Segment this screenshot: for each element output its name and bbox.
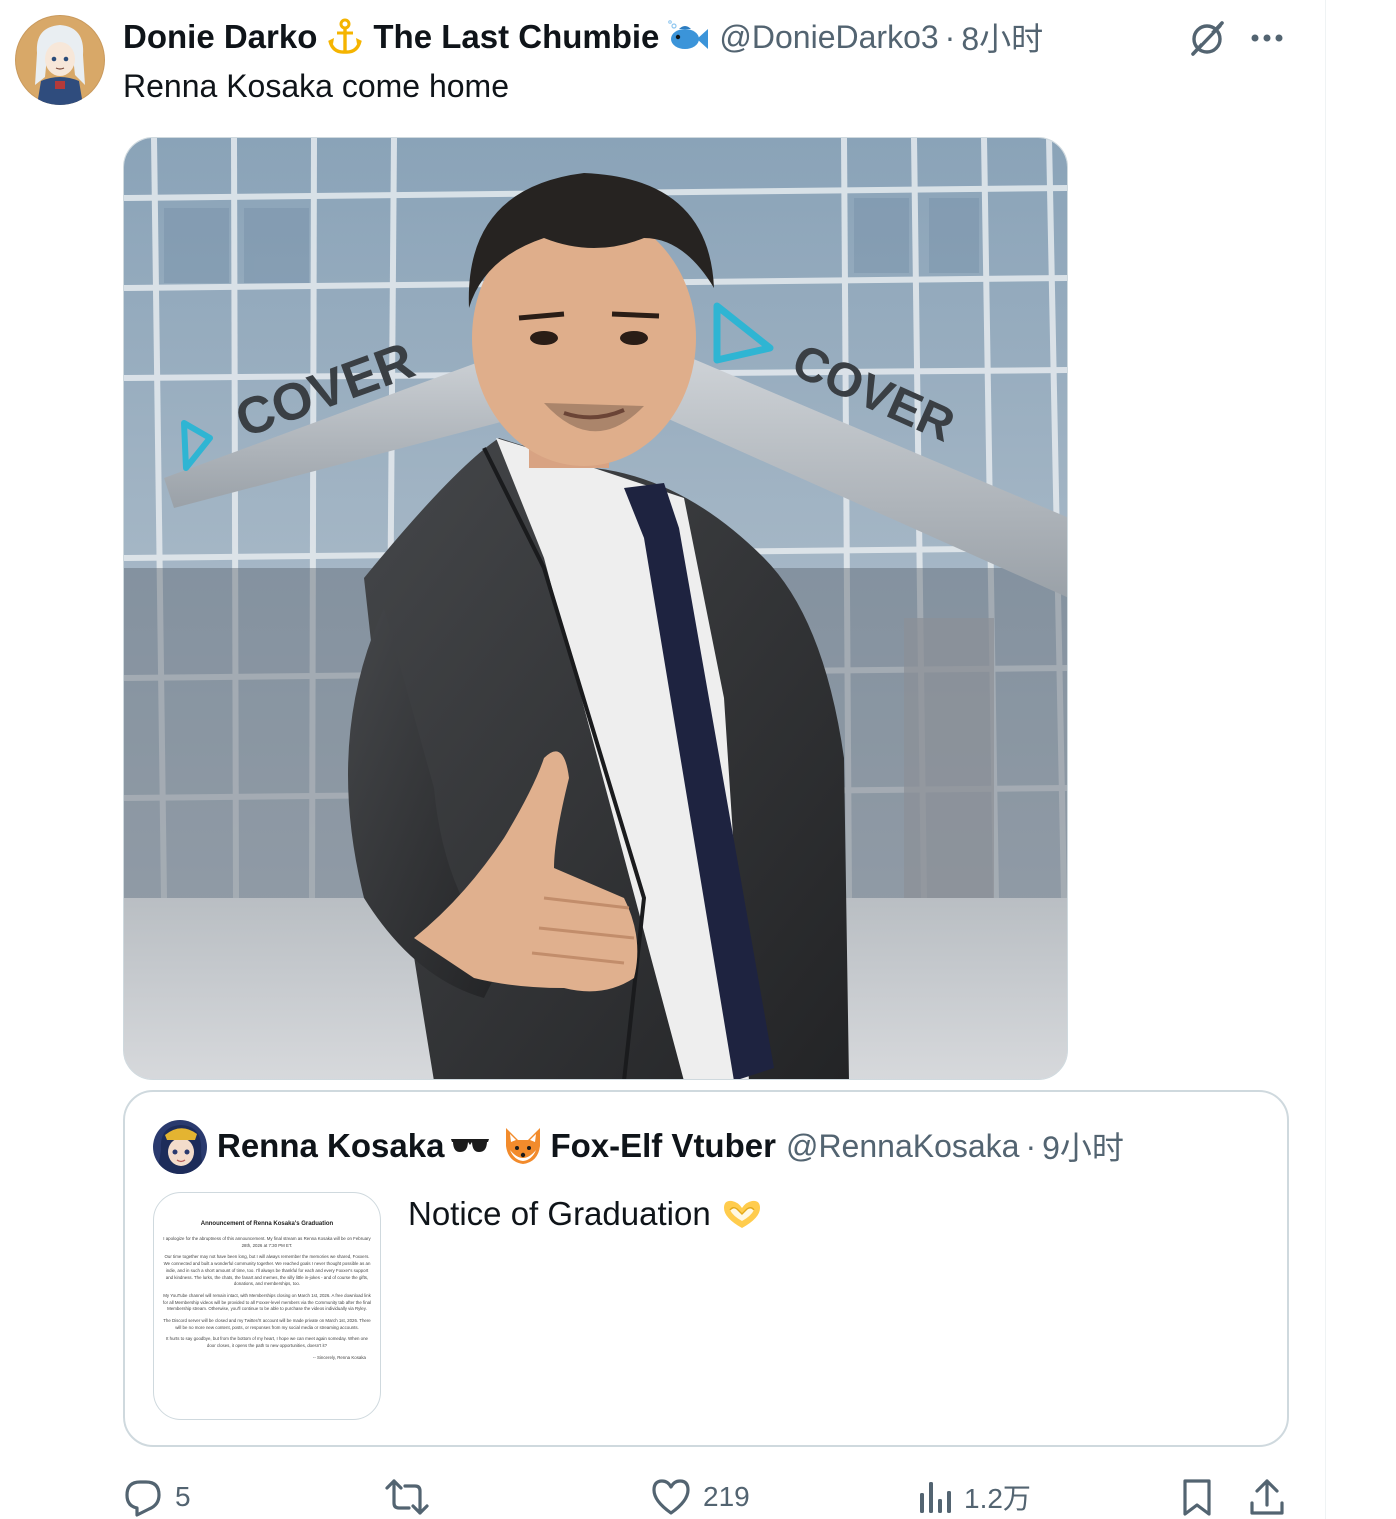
- share-button[interactable]: [1248, 1472, 1286, 1519]
- anchor-emoji-icon: [325, 17, 365, 57]
- share-icon: [1250, 1479, 1284, 1515]
- document-paragraph: The Discord server will be closed and my…: [163, 1318, 371, 1330]
- quote-author-avatar[interactable]: [153, 1120, 207, 1174]
- quote-header: Renna Kosaka Fox-Elf Vtuber @RennaKosaka…: [217, 1124, 1124, 1168]
- quote-document-thumbnail[interactable]: Announcement of Renna Kosaka's Graduatio…: [153, 1192, 381, 1420]
- tweet-media-image[interactable]: COVER COVER: [123, 137, 1068, 1080]
- reply-icon: [125, 1480, 161, 1517]
- document-paragraph: I apologize for the abruptness of this a…: [163, 1236, 371, 1248]
- reply-button[interactable]: 5: [123, 1472, 191, 1519]
- author-display-name[interactable]: Donie Darko: [123, 18, 317, 56]
- views-button[interactable]: 1.2万: [918, 1472, 1031, 1519]
- document-title: Announcement of Renna Kosaka's Graduatio…: [200, 1221, 334, 1227]
- quote-author-display-name[interactable]: Renna Kosaka: [217, 1127, 444, 1165]
- tweet-text: Renna Kosaka come home: [123, 68, 509, 104]
- quoted-tweet[interactable]: Renna Kosaka Fox-Elf Vtuber @RennaKosaka…: [123, 1090, 1289, 1447]
- author-avatar[interactable]: [15, 15, 105, 105]
- fish-emoji-icon: [667, 20, 709, 54]
- more-button[interactable]: [1243, 14, 1291, 62]
- views-count: 1.2万: [964, 1483, 1031, 1514]
- separator-dot: ·: [1025, 1127, 1037, 1164]
- quote-author-display-name-suffix[interactable]: Fox-Elf Vtuber: [550, 1127, 776, 1165]
- tweet-header: Donie Darko The Last Chumbie @DonieDarko…: [123, 14, 1043, 60]
- quote-author-handle[interactable]: @RennaKosaka: [786, 1128, 1020, 1165]
- author-display-name-suffix[interactable]: The Last Chumbie: [373, 18, 659, 56]
- like-count: 219: [703, 1481, 750, 1512]
- quote-text-row: Notice of Graduation: [408, 1192, 763, 1236]
- sunglasses-emoji-icon: [450, 1135, 490, 1157]
- tweet-timestamp[interactable]: 8小时: [961, 14, 1043, 60]
- like-button[interactable]: 219: [651, 1472, 750, 1519]
- document-paragraph: Our time together may not have been long…: [163, 1254, 371, 1287]
- author-handle[interactable]: @DonieDarko3: [719, 19, 938, 56]
- heart-hands-emoji-icon: [721, 1198, 763, 1230]
- grok-button[interactable]: [1183, 14, 1231, 62]
- document-signature: -- Sincerely, Renna Kosaka: [312, 1354, 366, 1360]
- document-paragraph: It hurts to say goodbye, but from the bo…: [166, 1336, 368, 1349]
- like-icon: [652, 1479, 690, 1515]
- reply-count: 5: [175, 1481, 191, 1512]
- fox-emoji-icon: [502, 1126, 544, 1166]
- views-icon: [920, 1482, 951, 1513]
- more-icon: [1251, 34, 1283, 42]
- timeline-divider: [1325, 0, 1326, 1519]
- quote-text: Notice of Graduation: [408, 1195, 711, 1232]
- repost-button[interactable]: [385, 1472, 441, 1519]
- bookmark-icon: [1183, 1479, 1211, 1516]
- bookmark-button[interactable]: [1180, 1472, 1214, 1519]
- grok-icon: [1191, 21, 1224, 56]
- separator-dot: ·: [944, 18, 956, 55]
- repost-icon: [385, 1479, 429, 1515]
- document-paragraph: My YouTube channel will remain intact, w…: [162, 1292, 372, 1312]
- quote-timestamp[interactable]: 9小时: [1042, 1123, 1124, 1169]
